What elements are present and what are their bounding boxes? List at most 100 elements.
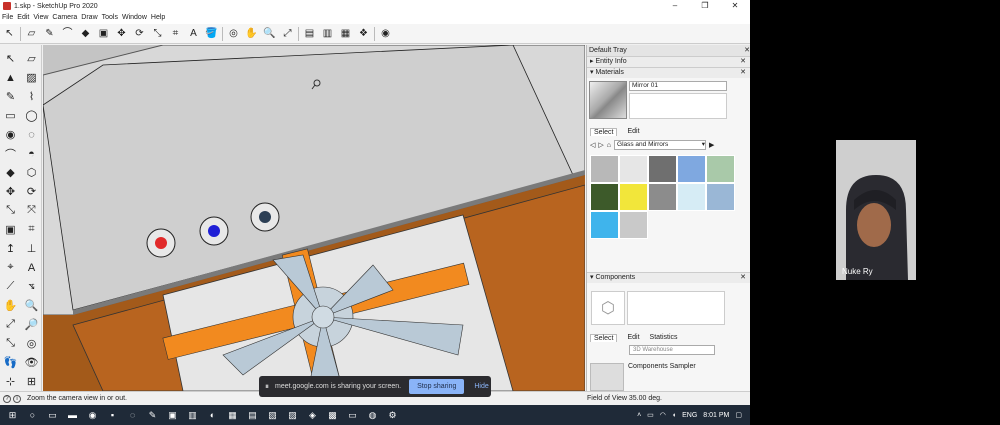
rotate-icon[interactable]: ⟳ (132, 26, 147, 41)
maximize-button[interactable]: ❐ (690, 0, 720, 12)
app-icon[interactable]: ▤ (244, 408, 261, 422)
stop-sharing-button[interactable]: Stop sharing (409, 379, 465, 394)
measurements-box[interactable]: Field of View 35.00 deg. (587, 395, 662, 402)
material-swatch[interactable] (648, 155, 677, 183)
app-icon[interactable]: ▦ (224, 408, 241, 422)
scale-icon[interactable]: ⤡ (150, 26, 165, 41)
tool-icon[interactable]: ▨ (21, 68, 42, 87)
material-swatch[interactable] (619, 183, 648, 211)
select-icon[interactable]: ↖ (2, 26, 17, 41)
material-swatch[interactable] (590, 183, 619, 211)
material-swatch[interactable] (677, 183, 706, 211)
zoom-icon[interactable]: 🔍 (262, 26, 277, 41)
search-icon[interactable]: ○ (24, 408, 41, 422)
forward-arrow-icon[interactable]: ▷ (598, 141, 603, 149)
hide-button[interactable]: Hide (474, 383, 488, 390)
tool-icon[interactable]: 👁 (21, 353, 42, 372)
tool-icon[interactable]: ◌ (21, 125, 42, 144)
warehouse-search-input[interactable]: 3D Warehouse (629, 345, 715, 355)
tool-icon[interactable]: ◉ (0, 125, 21, 144)
pushpull-icon[interactable]: ▣ (96, 26, 111, 41)
tool-icon[interactable]: ↥ (0, 239, 21, 258)
tool-icon[interactable]: ✎ (0, 87, 21, 106)
tool-icon[interactable]: ⦪ (21, 277, 42, 296)
tab-select[interactable]: Select (590, 334, 618, 342)
menu-view[interactable]: View (31, 12, 50, 24)
close-button[interactable]: ✕ (720, 0, 750, 12)
app-icon[interactable]: ▧ (264, 408, 281, 422)
menu-window[interactable]: Window (120, 12, 149, 24)
tool-icon[interactable]: ⤡ (0, 334, 21, 353)
tool-icon[interactable]: ⌒ (0, 144, 21, 163)
menu-camera[interactable]: Camera (50, 12, 79, 24)
zoom-extents-icon[interactable]: ⤢ (280, 26, 295, 41)
close-icon[interactable]: ✕ (740, 273, 750, 283)
tool-icon[interactable]: ⟳ (21, 182, 42, 201)
drag-handle-icon[interactable]: ⏸ (265, 382, 269, 392)
material-swatch[interactable] (706, 155, 735, 183)
app-icon[interactable]: ▣ (164, 408, 181, 422)
library-select[interactable]: Glass and Mirrors ▾ (614, 140, 707, 150)
volume-icon[interactable]: ◖ (672, 412, 676, 419)
clock[interactable]: 8:01 PM (703, 412, 729, 419)
pan-icon[interactable]: ✋ (244, 26, 259, 41)
edge-icon[interactable]: ◐ (204, 408, 221, 422)
material-swatch[interactable] (619, 155, 648, 183)
close-icon[interactable]: ✕ (740, 68, 750, 78)
layout-icon[interactable]: ▦ (338, 26, 353, 41)
windows-start-icon[interactable]: ⊞ (4, 408, 21, 422)
tool-icon[interactable]: ◆ (0, 163, 21, 182)
materials-header[interactable]: ▾ Materials ✕ (587, 67, 750, 78)
account-icon[interactable]: ◉ (378, 26, 393, 41)
tool-icon[interactable]: ⊥ (21, 239, 42, 258)
pencil-icon[interactable]: ✎ (42, 26, 57, 41)
tool-icon[interactable]: ◯ (21, 106, 42, 125)
material-swatch[interactable] (677, 155, 706, 183)
tool-icon[interactable]: ⟋ (0, 277, 21, 296)
notification-icon[interactable]: ▢ (735, 411, 742, 419)
eraser-icon[interactable]: ▱ (24, 26, 39, 41)
menu-draw[interactable]: Draw (79, 12, 99, 24)
paint-bucket-icon[interactable]: 🪣 (204, 26, 219, 41)
list-item[interactable]: Components Sampler (590, 363, 740, 391)
tool-icon[interactable]: ◓ (21, 144, 42, 163)
app-icon[interactable]: ▩ (324, 408, 341, 422)
task-view-icon[interactable]: ▭ (44, 408, 61, 422)
tool-icon[interactable]: 🔍 (21, 296, 42, 315)
material-swatch[interactable] (590, 155, 619, 183)
warehouse-icon[interactable]: ▤ (302, 26, 317, 41)
app-icon[interactable]: ◍ (364, 408, 381, 422)
tray-close-icon[interactable]: ✕ (744, 45, 750, 56)
tool-icon[interactable]: ⌗ (21, 220, 42, 239)
extension-warehouse-icon[interactable]: ▥ (320, 26, 335, 41)
tool-icon[interactable]: ⤢ (0, 315, 21, 334)
chevron-up-icon[interactable]: ˄ (637, 412, 641, 419)
extension-manager-icon[interactable]: ❖ (356, 26, 371, 41)
model-viewport[interactable] (43, 45, 585, 391)
tool-icon[interactable]: A (21, 258, 42, 277)
tool-icon[interactable]: ▲ (0, 68, 21, 87)
details-arrow-icon[interactable]: ▶ (709, 141, 714, 149)
material-swatch[interactable] (706, 183, 735, 211)
tool-icon[interactable]: ▣ (0, 220, 21, 239)
menu-tools[interactable]: Tools (100, 12, 120, 24)
file-explorer-icon[interactable]: ▬ (64, 408, 81, 422)
tab-edit[interactable]: Edit (627, 334, 639, 342)
app-icon[interactable]: ✎ (144, 408, 161, 422)
tool-icon[interactable]: 🔎 (21, 315, 42, 334)
tool-icon[interactable]: ↖ (0, 49, 21, 68)
close-icon[interactable]: ✕ (740, 57, 750, 67)
app-icon[interactable]: ▨ (284, 408, 301, 422)
menu-edit[interactable]: Edit (15, 12, 31, 24)
tab-edit[interactable]: Edit (627, 128, 639, 136)
material-swatch[interactable] (590, 211, 619, 239)
material-swatch[interactable] (619, 211, 648, 239)
tool-icon[interactable]: ⬡ (21, 163, 42, 182)
component-preview[interactable]: ⬡ (591, 291, 625, 325)
tool-icon[interactable]: ⌖ (0, 258, 21, 277)
info-icon[interactable]: i (13, 394, 21, 403)
home-icon[interactable]: ⌂ (607, 142, 611, 149)
tool-icon[interactable]: ▱ (21, 49, 42, 68)
tool-icon[interactable]: ⊞ (21, 372, 42, 391)
tool-icon[interactable]: ▭ (0, 106, 21, 125)
